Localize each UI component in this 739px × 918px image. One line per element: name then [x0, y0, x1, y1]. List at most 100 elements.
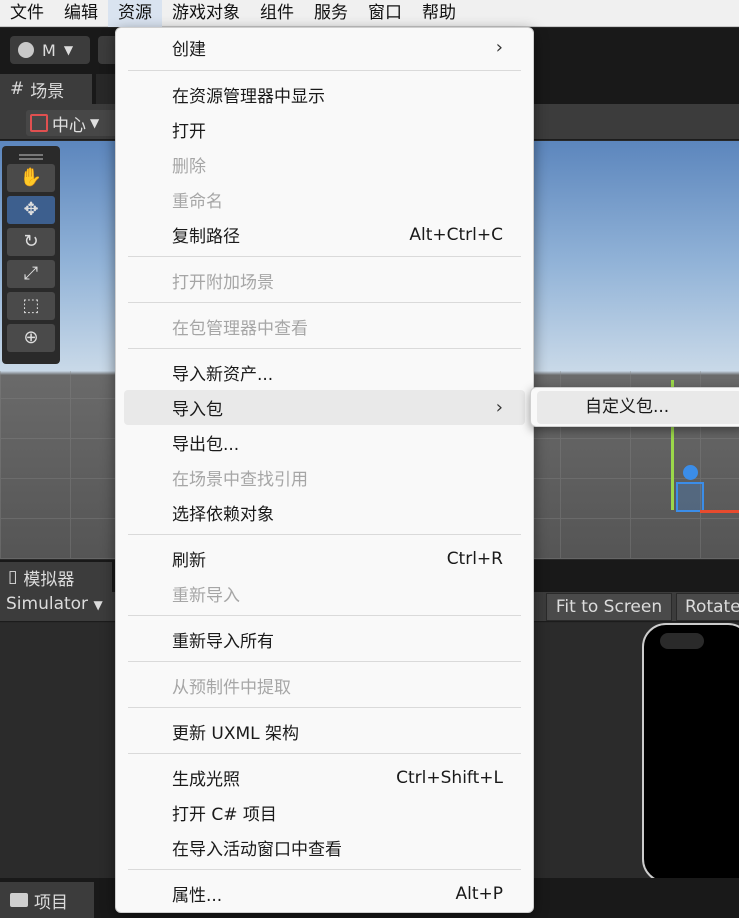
- account-label: M: [42, 40, 56, 60]
- transform-tool-icon[interactable]: ⊕: [7, 324, 55, 352]
- scale-tool-icon[interactable]: ⤢: [7, 260, 55, 288]
- simulator-selector[interactable]: Simulator ▼: [6, 594, 103, 614]
- menu-item-custom-package[interactable]: 自定义包...: [537, 391, 739, 424]
- tab-project[interactable]: 项目: [0, 882, 94, 918]
- account-icon: [18, 42, 34, 58]
- chevron-right-icon: ›: [495, 397, 503, 418]
- menu-item-label: 导入新资产...: [172, 365, 274, 385]
- menu-item-import-new-asset[interactable]: 导入新资产...: [124, 355, 525, 390]
- gizmo-center-handle[interactable]: [683, 465, 698, 480]
- gizmo-x-axis[interactable]: [700, 510, 739, 513]
- menu-bar: 文件 编辑 资源 游戏对象 组件 服务 窗口 帮助: [0, 0, 739, 27]
- menu-item-properties[interactable]: 属性... Alt+P: [124, 876, 525, 911]
- menu-item-find-references: 在场景中查找引用: [124, 460, 525, 495]
- rotate-tool-icon[interactable]: ↻: [7, 228, 55, 256]
- menu-item-shortcut: Alt+Ctrl+C: [409, 224, 503, 245]
- fit-to-screen-button[interactable]: Fit to Screen: [546, 593, 672, 621]
- menu-item-label: 选择依赖对象: [172, 505, 274, 525]
- menu-gameobject[interactable]: 游戏对象: [162, 0, 250, 27]
- menu-item-delete: 删除: [124, 147, 525, 182]
- menu-item-shortcut: Alt+P: [455, 883, 503, 904]
- chevron-down-icon: ▼: [93, 598, 103, 612]
- menu-item-label: 打开附加场景: [172, 273, 274, 293]
- menu-item-reimport-all[interactable]: 重新导入所有: [124, 622, 525, 657]
- menu-item-label: 重命名: [172, 192, 223, 212]
- grid-icon: #: [10, 79, 25, 99]
- menu-item-import-package[interactable]: 导入包 ›: [124, 390, 525, 425]
- menu-item-export-package[interactable]: 导出包...: [124, 425, 525, 460]
- menu-item-label: 属性...: [172, 886, 223, 906]
- menu-item-label: 刷新: [172, 551, 206, 571]
- account-dropdown[interactable]: M ▼: [10, 36, 90, 64]
- menu-item-rename: 重命名: [124, 182, 525, 217]
- menu-window[interactable]: 窗口: [358, 0, 412, 27]
- menu-item-label: 打开: [172, 122, 206, 142]
- move-tool-icon[interactable]: ✥: [7, 196, 55, 224]
- menu-separator: [128, 615, 521, 616]
- menu-item-refresh[interactable]: 刷新 Ctrl+R: [124, 541, 525, 576]
- tab-project-label: 项目: [34, 892, 68, 913]
- menu-item-label: 导出包...: [172, 435, 240, 455]
- import-package-submenu: 自定义包...: [530, 387, 739, 427]
- chevron-down-icon: ▼: [63, 43, 74, 57]
- pivot-icon: [30, 114, 48, 132]
- menu-item-label: 重新导入所有: [172, 632, 274, 652]
- menu-item-update-uxml-schema[interactable]: 更新 UXML 架构: [124, 714, 525, 749]
- folder-icon: [10, 893, 28, 907]
- menu-item-label: 复制路径: [172, 227, 240, 247]
- menu-item-label: 创建: [172, 40, 206, 60]
- menu-item-view-in-import-activity[interactable]: 在导入活动窗口中查看: [124, 830, 525, 865]
- device-preview: [642, 623, 739, 883]
- hand-tool-icon[interactable]: ✋: [7, 164, 55, 192]
- menu-edit[interactable]: 编辑: [54, 0, 108, 27]
- simulator-selector-label: Simulator: [6, 594, 89, 614]
- menu-item-shortcut: Ctrl+R: [446, 548, 503, 569]
- pivot-dropdown[interactable]: 中心 ▼: [26, 110, 122, 136]
- menu-item-label: 在包管理器中查看: [172, 319, 308, 339]
- tool-palette: ✋ ✥ ↻ ⤢ ⬚ ⊕: [2, 146, 60, 364]
- menu-item-label: 在导入活动窗口中查看: [172, 840, 342, 860]
- menu-separator: [128, 302, 521, 303]
- menu-item-label: 删除: [172, 157, 206, 177]
- menu-separator: [128, 707, 521, 708]
- menu-item-select-dependencies[interactable]: 选择依赖对象: [124, 495, 525, 530]
- rect-tool-icon[interactable]: ⬚: [7, 292, 55, 320]
- menu-separator: [128, 256, 521, 257]
- menu-item-label: 生成光照: [172, 770, 240, 790]
- menu-separator: [128, 70, 521, 71]
- menu-item-open-additive-scene: 打开附加场景: [124, 263, 525, 298]
- tab-scene[interactable]: # 场景: [0, 74, 92, 104]
- menu-separator: [128, 869, 521, 870]
- menu-item-open[interactable]: 打开: [124, 112, 525, 147]
- menu-services[interactable]: 服务: [304, 0, 358, 27]
- device-notch: [660, 633, 704, 649]
- menu-item-show-in-explorer[interactable]: 在资源管理器中显示: [124, 77, 525, 112]
- menu-item-label: 更新 UXML 架构: [172, 724, 300, 744]
- menu-help[interactable]: 帮助: [412, 0, 466, 27]
- menu-separator: [128, 753, 521, 754]
- menu-item-open-csharp-project[interactable]: 打开 C# 项目: [124, 795, 525, 830]
- tab-simulator[interactable]: ▯ 模拟器: [0, 562, 112, 592]
- menu-item-create[interactable]: 创建 ›: [124, 30, 525, 65]
- assets-context-menu: 创建 › 在资源管理器中显示 打开 删除 重命名 复制路径 Alt+Ctrl+C…: [115, 27, 534, 913]
- gizmo-plane-handle[interactable]: [676, 482, 704, 512]
- menu-item-generate-lighting[interactable]: 生成光照 Ctrl+Shift+L: [124, 760, 525, 795]
- menu-component[interactable]: 组件: [250, 0, 304, 27]
- device-icon: ▯: [8, 567, 18, 587]
- menu-file[interactable]: 文件: [0, 0, 54, 27]
- menu-item-label: 在资源管理器中显示: [172, 87, 325, 107]
- menu-item-label: 打开 C# 项目: [172, 805, 277, 825]
- menu-item-copy-path[interactable]: 复制路径 Alt+Ctrl+C: [124, 217, 525, 252]
- menu-assets[interactable]: 资源: [108, 0, 162, 27]
- menu-separator: [128, 534, 521, 535]
- menu-item-reimport: 重新导入: [124, 576, 525, 611]
- menu-item-view-in-package-manager: 在包管理器中查看: [124, 309, 525, 344]
- rotate-button[interactable]: Rotate: [676, 593, 739, 621]
- drag-handle[interactable]: [19, 154, 43, 160]
- menu-separator: [128, 661, 521, 662]
- menu-item-shortcut: Ctrl+Shift+L: [396, 767, 503, 788]
- chevron-right-icon: ›: [495, 37, 503, 58]
- menu-item-extract-from-prefab: 从预制件中提取: [124, 668, 525, 703]
- tab-simulator-label: 模拟器: [23, 569, 75, 590]
- menu-item-label: 导入包: [172, 400, 223, 420]
